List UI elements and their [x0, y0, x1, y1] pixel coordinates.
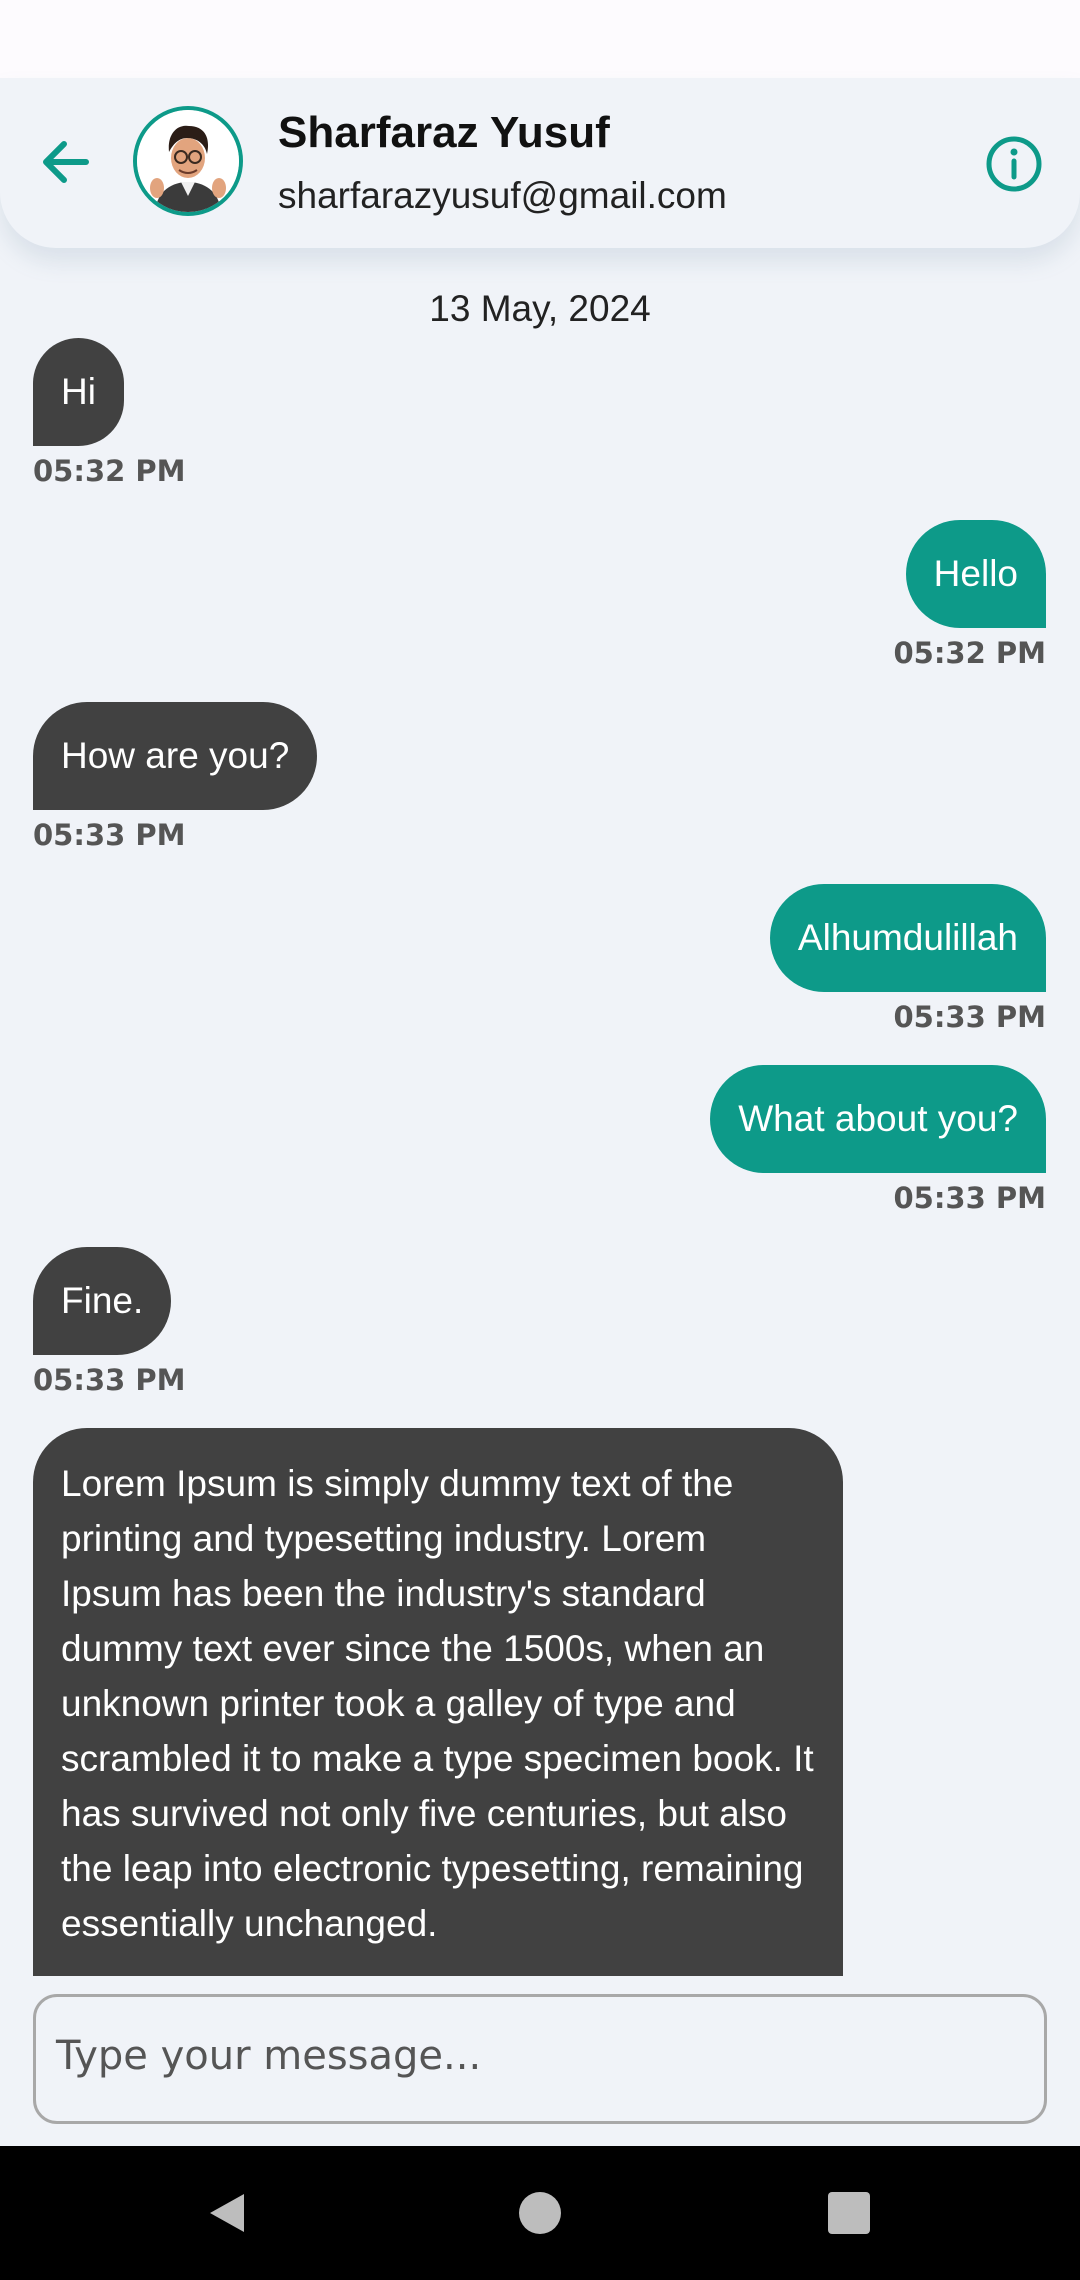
avatar-image [137, 110, 239, 212]
message-outgoing[interactable]: What about you? 05:33 PM [710, 1065, 1046, 1215]
message-outgoing[interactable]: Hello 05:32 PM [893, 520, 1046, 670]
message-bubble[interactable]: Hello [905, 520, 1046, 628]
nav-back-icon [210, 2194, 244, 2232]
message-time: 05:32 PM [893, 636, 1046, 670]
message-list[interactable]: 13 May, 2024 Hi 05:32 PM Hello 05:32 PM … [0, 248, 1080, 1976]
info-circle-icon [986, 136, 1042, 192]
contact-email: sharfarazyusuf@gmail.com [278, 175, 727, 216]
back-button[interactable] [36, 132, 96, 192]
message-time: 05:33 PM [33, 1363, 186, 1397]
message-bubble[interactable]: What about you? [710, 1065, 1046, 1173]
message-bubble[interactable]: Fine. [33, 1247, 172, 1355]
system-nav-bar [0, 2146, 1080, 2280]
message-time: 05:32 PM [33, 454, 186, 488]
arrow-back-icon [43, 141, 89, 183]
message-input-placeholder: Type your message... [56, 2033, 482, 2079]
message-incoming-long[interactable]: Lorem Ipsum is simply dummy text of the … [33, 1428, 843, 1976]
nav-home-icon[interactable] [519, 2192, 561, 2234]
contact-name: Sharfaraz Yusuf [278, 108, 610, 157]
message-time: 05:33 PM [893, 1181, 1046, 1215]
message-outgoing[interactable]: Alhumdulillah 05:33 PM [769, 884, 1046, 1034]
message-bubble[interactable]: Lorem Ipsum is simply dummy text of the … [33, 1428, 843, 1976]
message-incoming[interactable]: Fine. 05:33 PM [33, 1247, 186, 1397]
message-incoming[interactable]: Hi 05:32 PM [33, 338, 186, 488]
chat-header: Sharfaraz Yusuf sharfarazyusuf@gmail.com [0, 78, 1080, 248]
status-bar [0, 0, 1080, 80]
message-bubble[interactable]: Alhumdulillah [769, 884, 1046, 992]
message-time: 05:33 PM [893, 1000, 1046, 1034]
date-separator: 13 May, 2024 [429, 288, 651, 329]
avatar[interactable] [133, 106, 243, 216]
info-button[interactable] [984, 134, 1044, 194]
message-input[interactable]: Type your message... [33, 1994, 1047, 2124]
nav-back-button[interactable] [204, 2190, 250, 2236]
message-bubble[interactable]: Hi [33, 338, 124, 446]
message-incoming[interactable]: How are you? 05:33 PM [33, 702, 318, 852]
message-bubble[interactable]: How are you? [33, 702, 318, 810]
message-time: 05:33 PM [33, 818, 186, 852]
composer-area: Type your message... [0, 1976, 1080, 2146]
nav-recents-icon[interactable] [828, 2192, 870, 2234]
